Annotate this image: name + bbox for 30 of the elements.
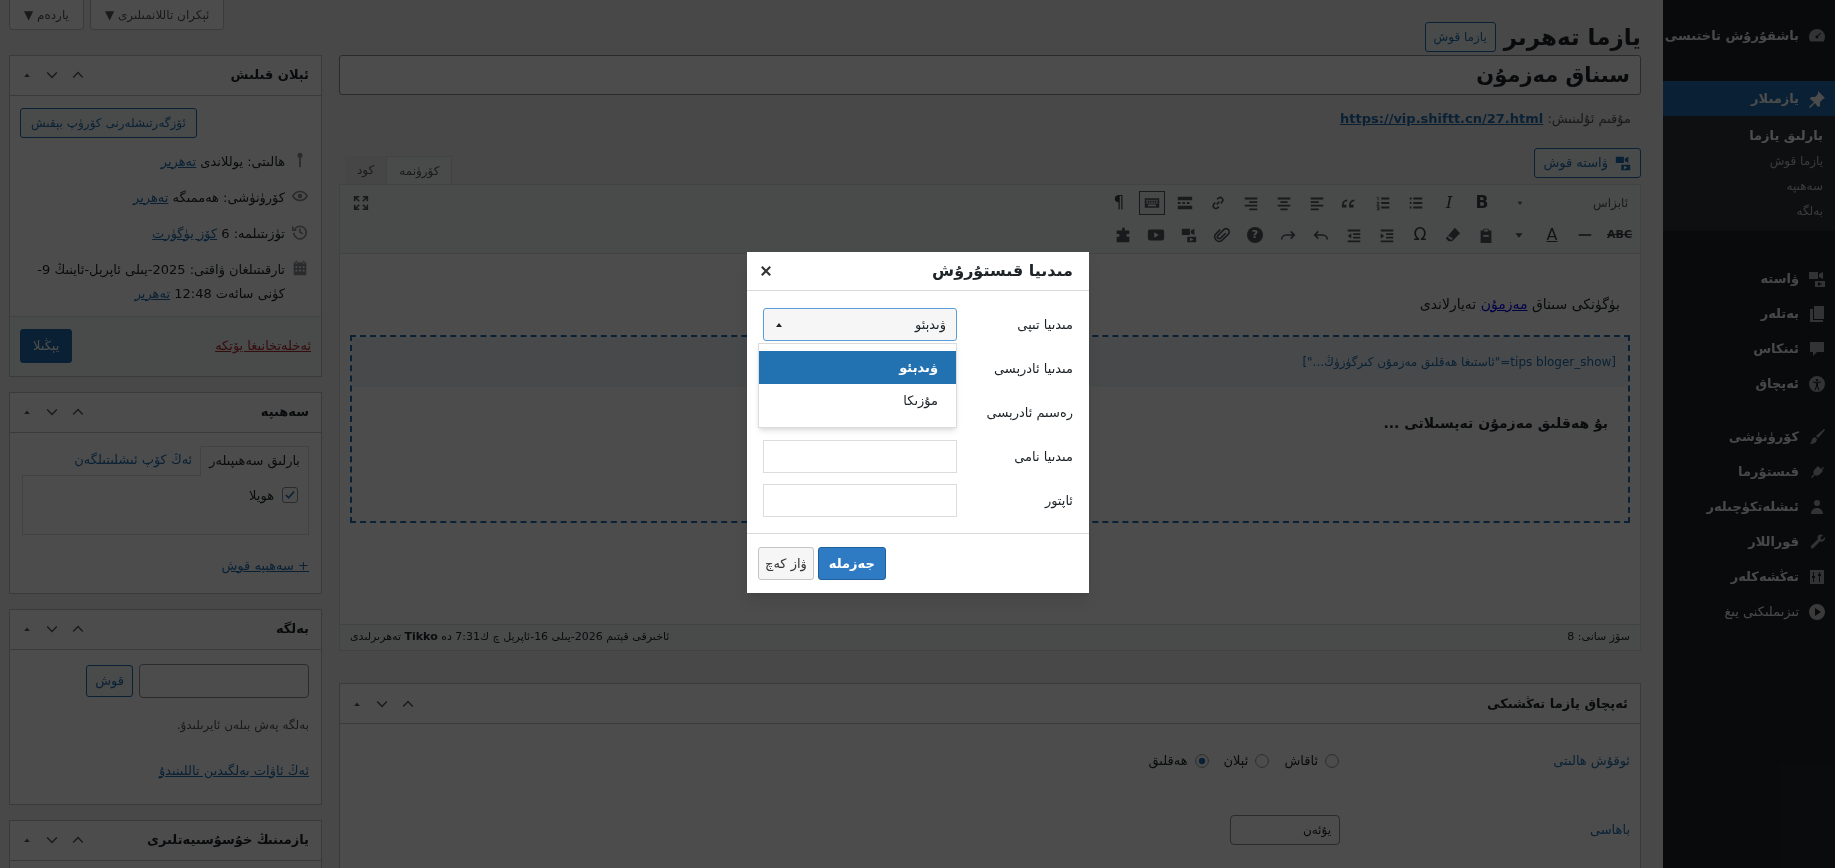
page-title: يازما تەھرىر (1503, 23, 1641, 53)
dropdown-option[interactable]: مۇزىكا (759, 384, 956, 417)
field-label: مىدىيا ئادرېسى (992, 359, 1073, 378)
box-title: ئەپچاق يازما تەڭشىكى (1487, 694, 1628, 713)
box-title: سەھىپە (260, 403, 309, 422)
field-label: ئوقۇش ھالىتى (1552, 752, 1630, 771)
dialog-title: مىدىيا قىستۇرۇش (932, 260, 1073, 282)
shortcode-text: [tips bloger_show="ئاستىغا ھەقلىق مەزمۇن كىرگۈزۈڭ..."] (1302, 354, 1616, 371)
text-field[interactable] (763, 484, 957, 517)
cancel-button[interactable]: ۋاز كەچ (758, 547, 814, 580)
field-label: ئاپتور (1043, 491, 1073, 511)
field-label: باھاسى (1588, 821, 1630, 840)
text-field[interactable] (763, 440, 957, 473)
box-title: بەلگە (275, 620, 309, 639)
media-type-select[interactable]: ۋىدېئو (763, 308, 957, 341)
permalink-link[interactable]: https://vip.shiftt.cn/27.html (1339, 110, 1544, 126)
field-label: رەسىم ئادرېسى (985, 403, 1073, 423)
confirm-button[interactable]: جەزملە (817, 547, 886, 580)
field-label: مىدىيا تىپى (1016, 315, 1073, 334)
word-count: سۆز سانى: 8 (1567, 629, 1630, 646)
trash-link[interactable]: ئەخلەتخانىغا يۆتكە (215, 336, 311, 356)
field-label: مىدىيا نامى (1013, 447, 1073, 466)
popular-tags-link[interactable]: ئەڭ ئاۋات بەلگىدىن تاللىنىدۇ (158, 762, 309, 778)
box-title: يازمىنىڭ خۇسۇسىيەتلىرى (147, 831, 309, 850)
dropdown-option[interactable]: ۋىدېئو (759, 351, 956, 384)
close-icon[interactable] (759, 264, 773, 278)
box-title: ئېلان قىلىش (230, 66, 309, 85)
content-link[interactable]: مەزمۇن (1480, 296, 1528, 312)
edit-link[interactable]: كۆز يۈگۈرت (152, 225, 218, 241)
paid-content-text: بۇ ھەقلىق مەزمۇن تەپسىلاتى ... (1383, 415, 1608, 431)
